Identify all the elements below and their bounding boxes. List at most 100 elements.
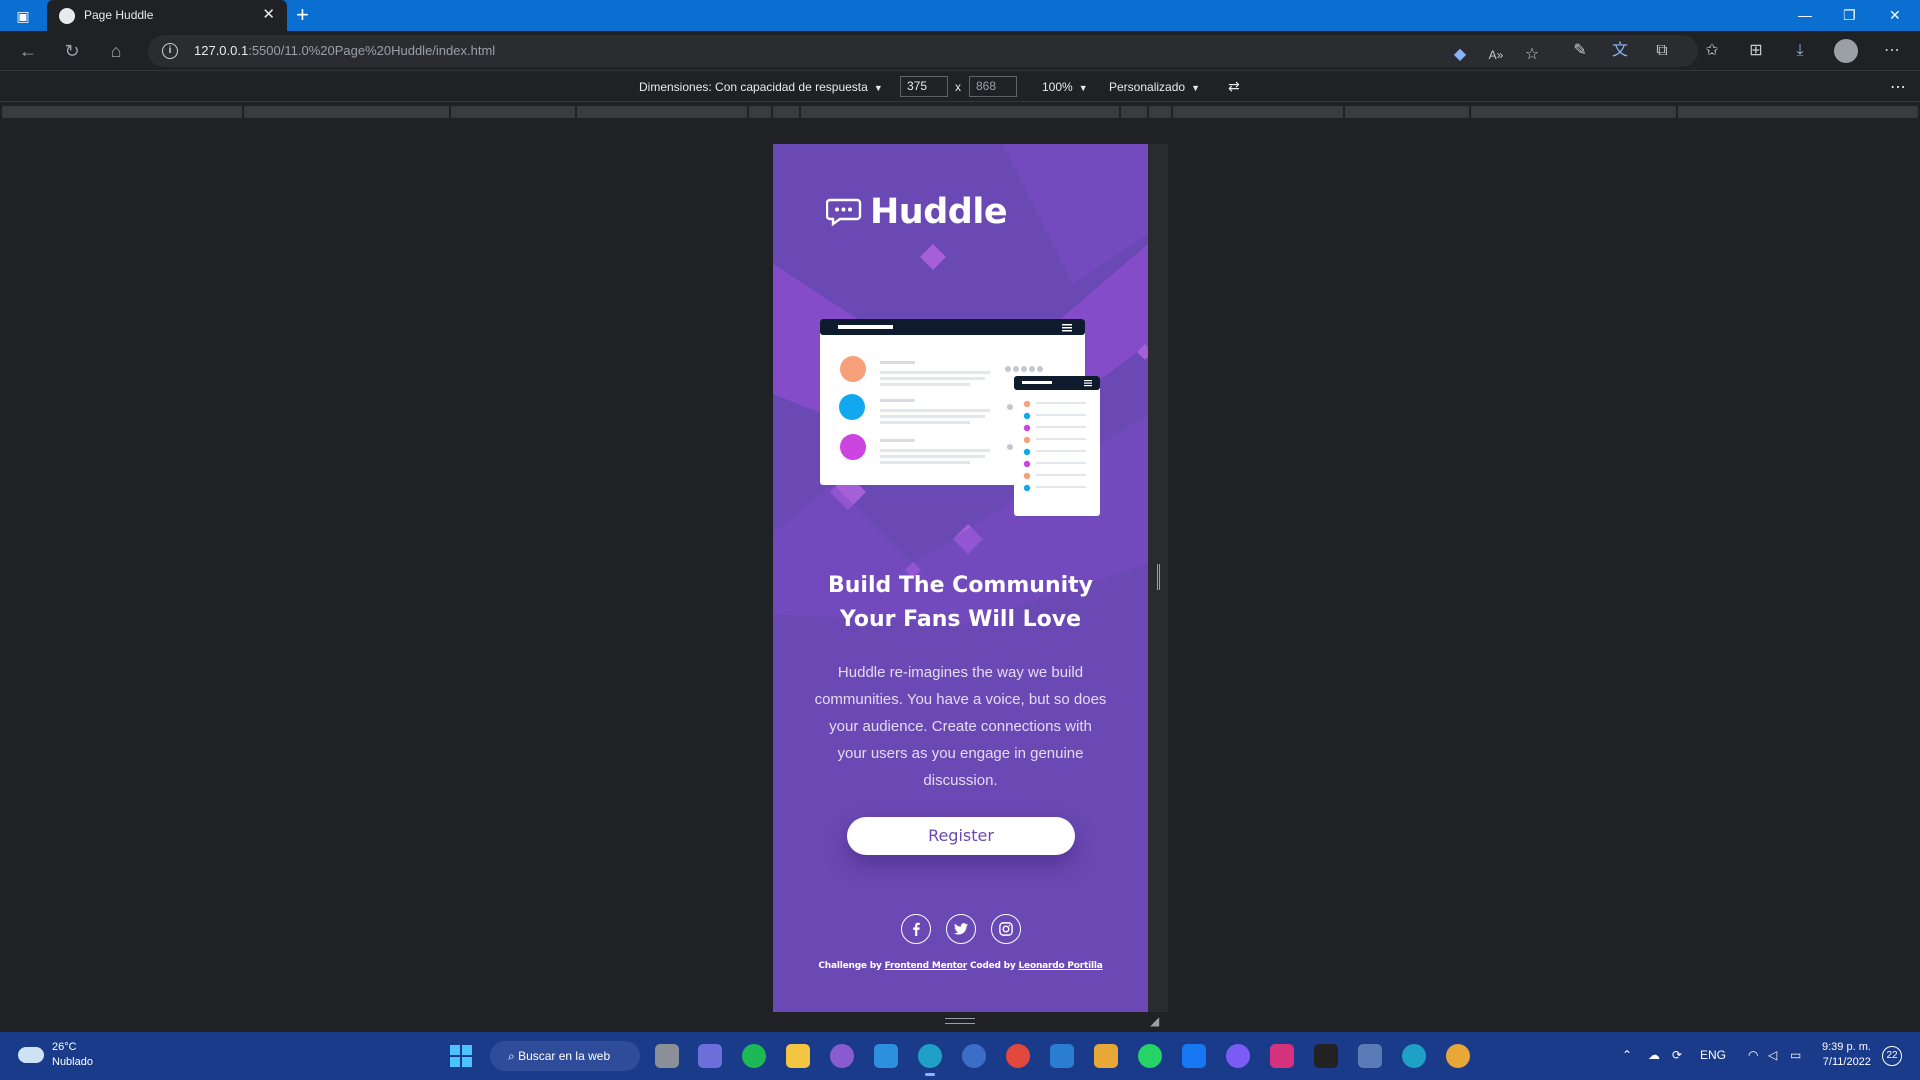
corner-resize-icon[interactable]: ◢ [1150, 1014, 1159, 1028]
weather-desc: Nublado [52, 1056, 93, 1068]
profile-avatar[interactable] [1834, 39, 1858, 63]
home-icon[interactable]: ⌂ [104, 39, 128, 63]
more-options-icon[interactable]: ⋯ [1890, 77, 1906, 97]
show-hidden-icons[interactable]: ⌃ [1622, 1048, 1632, 1062]
facebook-app-icon[interactable] [1182, 1044, 1206, 1068]
coupon-tag-icon[interactable]: ◆ [1448, 43, 1472, 67]
ruler-segment[interactable] [749, 106, 771, 118]
throttling-select[interactable]: Personalizado ▼ [1109, 80, 1200, 94]
notification-center[interactable]: 22 [1882, 1046, 1902, 1066]
restore-icon[interactable]: ❐ [1843, 6, 1856, 24]
chrome-canary-icon[interactable] [1446, 1044, 1470, 1068]
browser-tab-active[interactable]: Page Huddle ✕ [47, 0, 287, 31]
ruler-segment[interactable] [1471, 106, 1676, 118]
downloads-icon[interactable]: ⤓ [1788, 39, 1812, 63]
snipping-tool-icon[interactable] [1358, 1044, 1382, 1068]
dimensions-label: Dimensiones: Con capacidad de respuesta [639, 80, 868, 94]
translate-icon[interactable]: 文 [1608, 39, 1632, 63]
chrome-icon[interactable] [1006, 1044, 1030, 1068]
ruler-segment[interactable] [1173, 106, 1343, 118]
instagram-icon[interactable] [991, 914, 1021, 944]
whatsapp-icon[interactable] [1138, 1044, 1162, 1068]
taskbar-search[interactable]: ⌕ Buscar en la web [490, 1041, 640, 1071]
address-bar[interactable]: i 127.0.0.1:5500/11.0%20Page%20Huddle/in… [148, 35, 1698, 67]
weather-widget[interactable]: 26°C Nublado [18, 1040, 93, 1070]
close-window-icon[interactable]: ✕ [1889, 6, 1901, 24]
ruler-segment[interactable] [1345, 106, 1469, 118]
task-view-icon[interactable] [655, 1044, 679, 1068]
ruler-segment[interactable] [1149, 106, 1171, 118]
file-explorer-icon[interactable] [786, 1044, 810, 1068]
ruler-segment[interactable] [801, 106, 1119, 118]
language-indicator[interactable]: ENG [1700, 1048, 1726, 1062]
edge-icon[interactable] [918, 1044, 942, 1076]
headline-line-2: Your Fans Will Love [839, 607, 1082, 632]
ruler-segment[interactable] [1121, 106, 1147, 118]
window-titlebar: ▣ Page Huddle ✕ + — ❐ ✕ [0, 0, 1920, 31]
media-query-ruler [0, 104, 1920, 122]
spotify-icon[interactable] [742, 1044, 766, 1068]
messenger-icon[interactable] [1226, 1044, 1250, 1068]
zoom-label: 100% [1042, 80, 1073, 94]
height-input[interactable]: 868 [969, 76, 1017, 97]
favorites-icon[interactable]: ✩ [1700, 39, 1724, 63]
huddle-logo[interactable]: Huddle [826, 192, 1008, 232]
teams-chat-icon[interactable] [698, 1044, 722, 1068]
add-favorite-icon[interactable]: ☆ [1520, 43, 1544, 67]
extensions-icon[interactable]: ⧉ [1650, 39, 1674, 63]
battery-icon[interactable]: ▭ [1790, 1048, 1801, 1062]
ruler-segment[interactable] [577, 106, 747, 118]
frontend-mentor-link[interactable]: Frontend Mentor [885, 961, 968, 971]
settings-more-icon[interactable]: ⋯ [1880, 39, 1904, 63]
wifi-icon[interactable]: ◠ [1748, 1048, 1758, 1062]
photos-icon[interactable] [1094, 1044, 1118, 1068]
ruler-segment[interactable] [244, 106, 449, 118]
register-button[interactable]: Register [847, 817, 1075, 855]
site-info-icon[interactable]: i [162, 43, 178, 59]
facebook-icon[interactable] [901, 914, 931, 944]
ruler-segment[interactable] [451, 106, 575, 118]
windows-start-icon[interactable] [450, 1045, 472, 1067]
url-text[interactable]: 127.0.0.1:5500/11.0%20Page%20Huddle/inde… [194, 43, 495, 58]
ruler-segment[interactable] [1678, 106, 1918, 118]
dimensions-select[interactable]: Dimensiones: Con capacidad de respuesta ▼ [639, 80, 883, 94]
edge-dev-icon[interactable] [1402, 1044, 1426, 1068]
search-label: Buscar en la web [518, 1049, 611, 1063]
author-link[interactable]: Leonardo Portilla [1019, 961, 1103, 971]
sync-icon[interactable]: ⟳ [1672, 1048, 1682, 1062]
search-icon: ⌕ [508, 1049, 519, 1063]
huddle-page: Huddle Build The Community Your Fans Wil… [773, 144, 1148, 1012]
clock-date: 7/11/2022 [1822, 1056, 1871, 1068]
onedrive-icon[interactable]: ☁ [1648, 1048, 1660, 1062]
width-input[interactable]: 375 [900, 76, 948, 97]
vscode-icon[interactable] [874, 1044, 898, 1068]
collections-icon[interactable]: ⊞ [1744, 39, 1768, 63]
reload-icon[interactable]: ↻ [60, 39, 84, 63]
windows-taskbar: 26°C Nublado ⌕ Buscar en la web ⌃ ☁ ⟳ EN… [0, 1032, 1920, 1080]
tab-close-icon[interactable]: ✕ [262, 6, 275, 24]
app-globe-icon[interactable] [962, 1044, 986, 1068]
system-clock[interactable]: 9:39 p. m. 7/11/2022 [1822, 1040, 1871, 1070]
github-desktop-icon[interactable] [830, 1044, 854, 1068]
minimize-icon[interactable]: — [1798, 6, 1812, 24]
attribution-prefix: Challenge by [818, 961, 882, 971]
url-path: :5500/11.0%20Page%20Huddle/index.html [248, 43, 496, 58]
mail-icon[interactable] [1050, 1044, 1074, 1068]
bottom-resize-handle[interactable] [945, 1018, 975, 1024]
read-aloud-icon[interactable]: A» [1484, 43, 1508, 67]
volume-icon[interactable]: ◁ [1768, 1048, 1777, 1062]
instagram-app-icon[interactable] [1270, 1044, 1294, 1068]
device-toolbar: Dimensiones: Con capacidad de respuesta ▼… [0, 72, 1920, 102]
epic-games-icon[interactable] [1314, 1044, 1338, 1068]
new-tab-icon[interactable]: + [296, 4, 309, 26]
ruler-segment[interactable] [773, 106, 799, 118]
zoom-select[interactable]: 100% ▼ [1042, 80, 1088, 94]
chevron-down-icon: ▼ [1078, 83, 1088, 93]
extension-pen-icon[interactable]: ✎ [1568, 39, 1592, 63]
right-resize-handle[interactable] [1148, 144, 1168, 1012]
back-icon[interactable]: ← [16, 39, 40, 63]
ruler-segment[interactable] [2, 106, 242, 118]
rotate-icon[interactable]: ⇄ [1228, 78, 1240, 95]
tab-actions-icon[interactable]: ▣ [14, 7, 32, 25]
twitter-icon[interactable] [946, 914, 976, 944]
